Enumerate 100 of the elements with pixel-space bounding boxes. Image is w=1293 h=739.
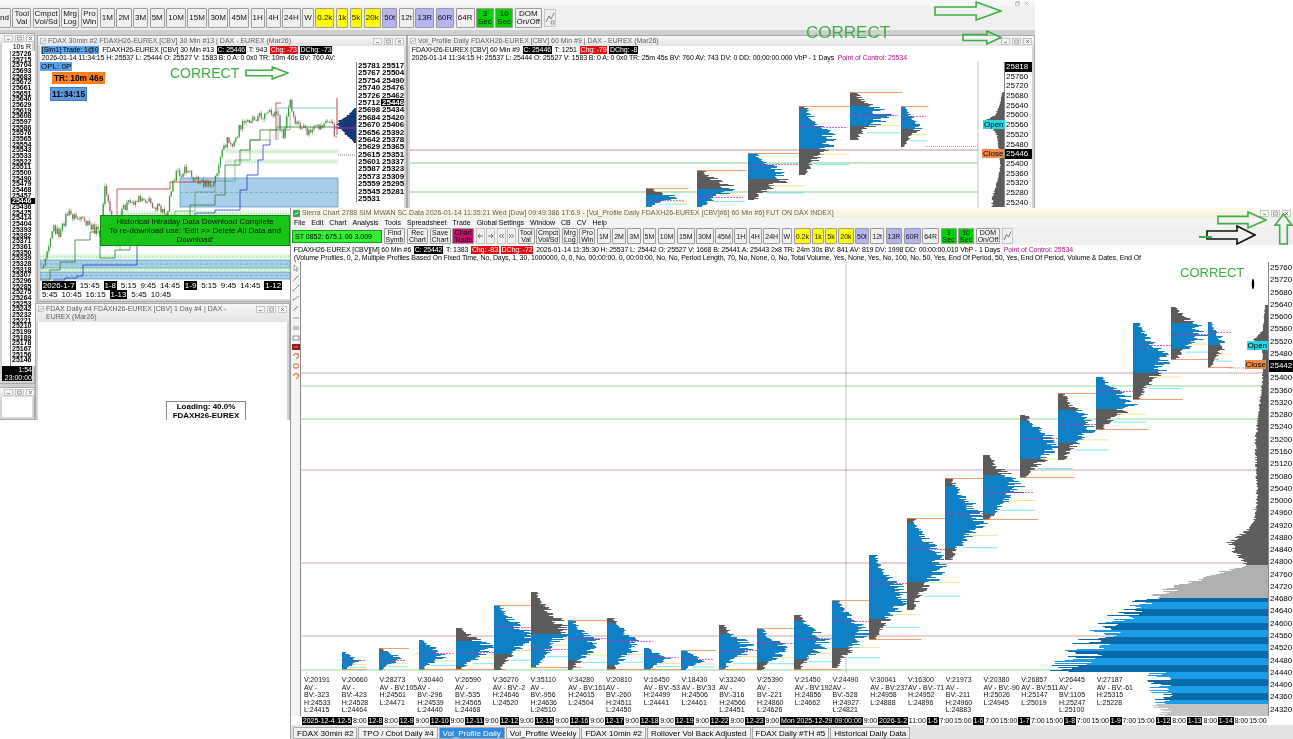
- close-icon[interactable]: [26, 389, 35, 396]
- minimize-icon[interactable]: [1001, 37, 1010, 45]
- chart-tab[interactable]: FDAX Daily #TH #5: [751, 727, 830, 739]
- maximize-icon[interactable]: [384, 37, 393, 45]
- close-price-tag: Close: [982, 149, 1005, 158]
- toolbar-button[interactable]: 20k: [363, 8, 381, 28]
- price-axis-label: 25281: [381, 187, 404, 196]
- price-axis-label: 25000: [1269, 495, 1293, 508]
- toolbar-button[interactable]: 1M: [99, 8, 115, 28]
- pencil-icon[interactable]: [291, 304, 300, 312]
- price-axis-label: 25080: [1269, 470, 1293, 483]
- loading-text: Loading: 40.0%: [176, 402, 236, 411]
- maximize-icon[interactable]: [267, 306, 276, 313]
- price-axis-label: 24920: [1269, 519, 1293, 532]
- chart-tab[interactable]: Vol_Profile Daily: [438, 727, 505, 739]
- chart-tab[interactable]: Vol_Profile Weekly: [505, 727, 581, 739]
- toolbar-button[interactable]: 1k: [335, 8, 349, 28]
- toolbar-button[interactable]: 13R: [415, 8, 435, 28]
- right-arrow: [934, 1, 1002, 21]
- toolbar-button[interactable]: 50t: [382, 8, 398, 28]
- price-axis-label: 25400: [1269, 372, 1293, 385]
- chart-tab[interactable]: TPO / Cbot Daily #4: [358, 727, 438, 739]
- toolbar-button[interactable]: 10M: [166, 8, 186, 28]
- toolbar-button[interactable]: 5k: [349, 8, 363, 28]
- right-arrow: [1206, 225, 1256, 245]
- close-icon[interactable]: [1023, 37, 1032, 45]
- toolbar-button[interactable]: 4H: [266, 8, 281, 28]
- horizontal-lines-icon[interactable]: [291, 324, 300, 332]
- pencil-icon[interactable]: [291, 274, 300, 282]
- time-axis-label: 2026-1-7: [42, 281, 76, 290]
- chart-tab[interactable]: FDAX 10min #2: [581, 727, 646, 739]
- minimize-icon[interactable]: [373, 37, 382, 45]
- line-tool-icon[interactable]: [291, 284, 300, 292]
- close-icon[interactable]: [1282, 209, 1291, 217]
- toolbar-button[interactable]: 10 Sec: [495, 8, 514, 28]
- maximize-icon[interactable]: [15, 35, 24, 42]
- price-axis-label: 25818: [1005, 62, 1032, 72]
- price-axis-label: 25480: [1005, 139, 1030, 150]
- toolbar-button[interactable]: 3M: [133, 8, 149, 28]
- toolbar-button[interactable]: Pro Win: [80, 8, 99, 28]
- price-line: [924, 146, 979, 147]
- time-axis-label: 1-8: [103, 281, 117, 290]
- toolbar-button[interactable]: 30M: [208, 8, 228, 28]
- maximize-icon[interactable]: [1271, 209, 1280, 217]
- toolbar-button[interactable]: 12t: [398, 8, 414, 28]
- toolbar-button[interactable]: nd: [0, 8, 11, 28]
- price-axis-label: 25754: [357, 76, 381, 85]
- toolbar-button[interactable]: 1H: [250, 8, 265, 28]
- price-axis-label: 25560: [1269, 323, 1293, 336]
- toolbar-button[interactable]: 45M: [229, 8, 250, 28]
- close-icon[interactable]: [278, 306, 287, 313]
- toolbar-button[interactable]: Cmpct Vol/Sd: [32, 8, 60, 28]
- price-axis-label: 25365: [381, 143, 404, 151]
- toolbar-button[interactable]: 5M: [149, 8, 165, 28]
- toolbar-button[interactable]: Mrg Log: [61, 8, 79, 28]
- price-axis-label: 25712: [357, 98, 381, 107]
- restore-icon[interactable]: [1015, 0, 1020, 6]
- toolbar-button[interactable]: Tool Val: [12, 8, 32, 28]
- toolbar-button[interactable]: 0.2k: [315, 8, 335, 28]
- ring-tool-icon[interactable]: [291, 372, 300, 380]
- toolbar-button[interactable]: 3 Sec: [476, 8, 494, 28]
- cursor-icon[interactable]: [291, 264, 300, 272]
- price-axis-label: 25720: [1005, 81, 1030, 92]
- toolbar-button[interactable]: 24H: [282, 8, 301, 28]
- price-line: [1228, 367, 1245, 369]
- close-icon[interactable]: [395, 37, 404, 45]
- maximize-icon[interactable]: [15, 389, 24, 396]
- toolbar-button[interactable]: W: [302, 8, 314, 28]
- minimize-icon[interactable]: [1260, 209, 1269, 217]
- price-axis-label: 25680: [1269, 286, 1293, 299]
- price-axis-label: 25517: [381, 62, 404, 70]
- toolbar-button[interactable]: 15M: [187, 8, 207, 28]
- chart-tool-icon[interactable]: [543, 9, 556, 27]
- price-axis-label: 25400: [1005, 158, 1030, 169]
- ring-tool-icon[interactable]: [291, 362, 300, 370]
- time-axis-label: 10:45: [61, 290, 82, 299]
- toolbar-button[interactable]: DOM On/Off: [514, 8, 542, 28]
- price-axis-label: 25351: [381, 150, 404, 159]
- trade-button-icon[interactable]: [291, 344, 300, 350]
- chart-tab[interactable]: Historical Daily Data: [830, 727, 911, 739]
- volume-profile: [378, 648, 410, 670]
- chart-tool-icon[interactable]: [1001, 228, 1013, 244]
- toolbar-button[interactable]: 2M: [116, 8, 132, 28]
- chart-tab[interactable]: Rollover Vol Back Adjusted: [646, 727, 751, 739]
- minimize-icon[interactable]: [256, 306, 265, 313]
- price-axis-label: 25337: [381, 158, 404, 166]
- price-axis-label: 25720: [1269, 274, 1293, 287]
- toolbar-button[interactable]: 60R: [435, 8, 455, 28]
- toolbar-button[interactable]: 64R: [455, 8, 475, 28]
- chart-tab[interactable]: FDAX 30min #2: [293, 727, 358, 739]
- ray-tool-icon[interactable]: [291, 294, 300, 302]
- annotation-text: CORRECT: [1180, 266, 1245, 279]
- price-axis-label: 25323: [381, 165, 404, 173]
- close-icon[interactable]: [26, 35, 35, 42]
- minimize-icon[interactable]: [4, 35, 13, 42]
- close-icon[interactable]: [1024, 0, 1029, 6]
- maximize-icon[interactable]: [1012, 37, 1021, 45]
- price-axis-label: 25378: [381, 135, 404, 144]
- price-axis-label: 25406: [381, 121, 404, 129]
- minimize-icon[interactable]: [4, 389, 13, 396]
